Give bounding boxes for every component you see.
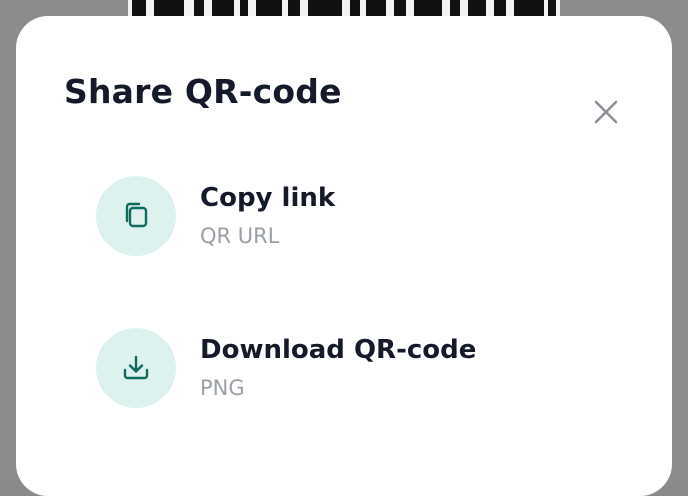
- modal-title: Share QR-code: [64, 72, 342, 111]
- copy-icon-circle: [96, 176, 176, 256]
- close-icon: [594, 100, 618, 124]
- download-icon: [123, 355, 149, 380]
- download-qr-subtitle: PNG: [200, 376, 245, 400]
- download-qr-option[interactable]: Download QR-code PNG: [96, 328, 516, 408]
- copy-icon: [125, 202, 148, 228]
- download-qr-title: Download QR-code: [200, 335, 477, 365]
- copy-link-title: Copy link: [200, 183, 336, 213]
- copy-link-option[interactable]: Copy link QR URL: [96, 176, 516, 256]
- close-button[interactable]: [588, 94, 624, 130]
- share-qr-modal: Share QR-code Copy link QR URL Download …: [16, 16, 672, 496]
- copy-link-subtitle: QR URL: [200, 224, 280, 248]
- download-icon-circle: [96, 328, 176, 408]
